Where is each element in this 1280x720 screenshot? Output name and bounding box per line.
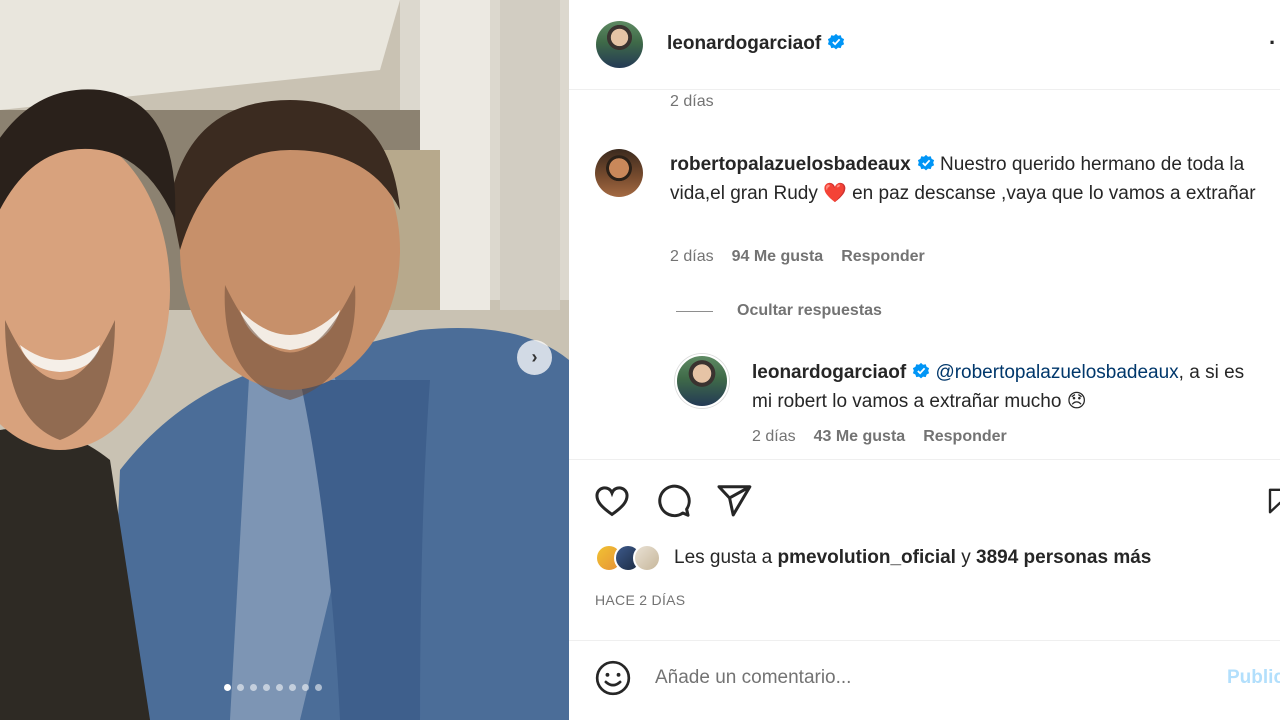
sad-emoji: 😞: [1066, 391, 1087, 412]
ellipsis-icon[interactable]: ·: [1269, 30, 1276, 56]
reply-username[interactable]: leonardogarciaof: [752, 362, 906, 383]
post-timestamp[interactable]: HACE 2 DÍAS: [595, 592, 685, 608]
likes-summary[interactable]: Les gusta a pmevolution_oficial y 3894 p…: [595, 544, 1151, 572]
carousel-dot: [315, 684, 322, 691]
verified-badge-icon: [828, 33, 845, 50]
comment-input[interactable]: [655, 665, 1215, 691]
avatar[interactable]: [595, 149, 643, 197]
reply-text: leonardogarciaof @robertopalazuelosbadea…: [752, 358, 1267, 416]
bookmark-icon[interactable]: [1265, 482, 1280, 520]
post-photo[interactable]: ›: [0, 0, 569, 720]
likes-count-link[interactable]: 3894 personas más: [976, 547, 1151, 568]
hide-replies-button[interactable]: Ocultar respuestas: [676, 302, 882, 320]
comments-section: 2 días robertopalazuelosbadeaux Nuestro …: [569, 91, 1280, 459]
heart-icon[interactable]: [593, 482, 631, 520]
carousel-dot: [289, 684, 296, 691]
chevron-right-icon: ›: [531, 347, 538, 367]
mention-link[interactable]: @robertopalazuelosbadeaux: [935, 362, 1178, 383]
avatar: [633, 544, 661, 572]
send-icon[interactable]: [715, 482, 753, 520]
comment-likes[interactable]: 94 Me gusta: [732, 248, 824, 266]
action-bar: [569, 459, 1280, 539]
carousel-next-button[interactable]: ›: [517, 340, 552, 375]
heart-emoji: ❤️: [823, 182, 847, 204]
likes-middle: y: [955, 547, 977, 568]
reply-button[interactable]: Responder: [841, 248, 925, 266]
carousel-dot: [276, 684, 283, 691]
comment-timestamp: 2 días: [670, 93, 714, 110]
reply-button[interactable]: Responder: [923, 428, 1007, 446]
comment-username[interactable]: robertopalazuelosbadeaux: [670, 154, 911, 175]
instagram-post-view: › leonardogarciaof · 2 días robertopalaz…: [0, 0, 1280, 720]
carousel-indicator: [224, 684, 322, 691]
reply-likes[interactable]: 43 Me gusta: [814, 428, 906, 446]
divider: [676, 310, 713, 312]
reply-meta: 2 días 43 Me gusta Responder: [752, 428, 1007, 446]
carousel-dot: [263, 684, 270, 691]
author-username-link[interactable]: leonardogarciaof: [667, 33, 821, 54]
post-side-panel: leonardogarciaof · 2 días robertopalazue…: [569, 0, 1280, 720]
photo-illustration: [0, 0, 569, 720]
avatar[interactable]: [596, 21, 643, 68]
carousel-dot: [302, 684, 309, 691]
post-header: leonardogarciaof ·: [569, 0, 1280, 90]
likes-prefix: Les gusta a: [674, 547, 778, 568]
post-comment-button[interactable]: Publicar: [1227, 667, 1280, 689]
emoji-picker-icon[interactable]: [594, 659, 632, 697]
reply-time[interactable]: 2 días: [752, 428, 796, 446]
likes-user-link[interactable]: pmevolution_oficial: [778, 547, 956, 568]
verified-badge-icon: [913, 362, 930, 379]
carousel-dot: [250, 684, 257, 691]
comment-meta: 2 días 94 Me gusta Responder: [670, 248, 925, 266]
author-username[interactable]: leonardogarciaof: [667, 33, 845, 55]
comment-icon[interactable]: [654, 482, 692, 520]
avatar[interactable]: [675, 354, 729, 408]
carousel-dot: [224, 684, 231, 691]
add-comment-bar: Publicar: [569, 640, 1280, 720]
carousel-dot: [237, 684, 244, 691]
verified-badge-icon: [917, 154, 934, 171]
comment-time[interactable]: 2 días: [670, 248, 714, 266]
likes-text: Les gusta a pmevolution_oficial y 3894 p…: [674, 547, 1151, 569]
hide-replies-label: Ocultar respuestas: [737, 302, 882, 319]
comment-text: robertopalazuelosbadeaux Nuestro querido…: [670, 151, 1260, 208]
comment-body-end: en paz descanse ,vaya que lo vamos a ext…: [846, 182, 1256, 204]
